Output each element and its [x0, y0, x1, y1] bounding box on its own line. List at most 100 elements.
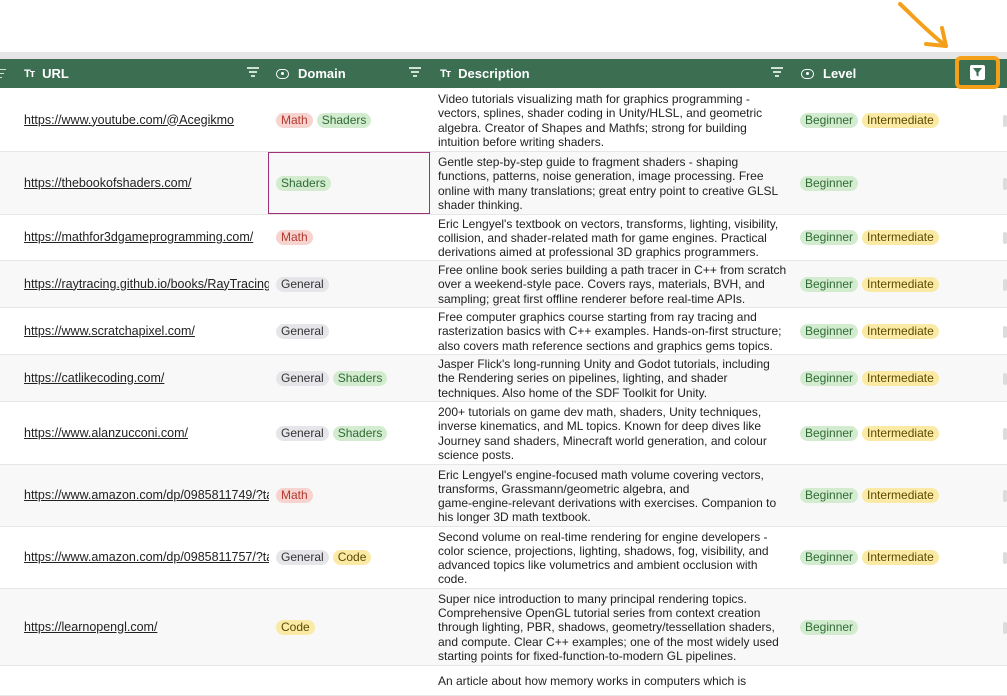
description-line: techniques. Also home of the SDF Toolkit… [438, 385, 708, 400]
description-line: Eric Lengyel's textbook on vectors, tran… [438, 217, 779, 231]
level-tag: Beginner [800, 488, 859, 503]
table-row[interactable]: https://mathfor3dgameprogramming.com/Mat… [0, 215, 1007, 261]
description-text: An article about how memory works in com… [438, 674, 788, 688]
domain-tag: General [276, 425, 329, 441]
domain-tags[interactable]: Math [276, 230, 313, 245]
description-line: Journey sand shaders, Minecraft world ge… [438, 433, 767, 448]
domain-tags[interactable]: Math [276, 488, 313, 503]
domain-tag: Shaders [332, 425, 388, 441]
level-tags[interactable]: Beginner Intermediate [800, 425, 939, 441]
column-filter-icon[interactable] [247, 67, 259, 79]
table-row[interactable]: https://raytracing.github.io/books/RayTr… [0, 261, 1007, 308]
url-link[interactable]: https://mathfor3dgameprogramming.com/ [24, 230, 269, 244]
level-tags[interactable]: Beginner Intermediate [800, 323, 939, 339]
text-type-icon: Tт [24, 67, 35, 80]
annotation-arrow-icon [898, 2, 948, 48]
table-row[interactable]: https://www.amazon.com/dp/0985811749/?ta… [0, 465, 1007, 527]
level-tags[interactable]: Beginner Intermediate [800, 230, 939, 245]
filter-toggle-button[interactable] [955, 56, 1000, 89]
url-link[interactable]: https://www.alanzucconi.com/ [24, 426, 269, 440]
level-tags[interactable]: Beginner Intermediate [800, 370, 939, 386]
table-row[interactable]: https://catlikecoding.com/General Shaders… [0, 355, 1007, 402]
next-column-edge [1003, 177, 1007, 190]
level-tags[interactable]: Beginner [800, 175, 859, 191]
column-header-url[interactable]: Tт URL [24, 59, 69, 88]
url-link[interactable]: https://www.amazon.com/dp/0985811749/?ta [24, 488, 269, 502]
description-text: Video tutorials visualizing math for gra… [438, 92, 788, 149]
next-column-edge [1003, 325, 1007, 338]
domain-tags[interactable]: General Code [276, 550, 372, 565]
level-tags[interactable]: Beginner Intermediate [800, 488, 939, 503]
table-row[interactable]: An article about how memory works in com… [0, 666, 1007, 696]
description-line: An article about how memory works in com… [438, 673, 747, 688]
description-line: Comprehensive OpenGL tutorial series fro… [438, 606, 761, 621]
level-tags[interactable]: Beginner Intermediate [800, 276, 939, 292]
description-line: transforms, Grassmann/geometric algebra,… [438, 481, 690, 496]
level-tags[interactable]: Beginner Intermediate [800, 550, 939, 565]
level-tag: Intermediate [862, 230, 939, 245]
next-column-edge [1003, 427, 1007, 440]
next-column-edge [1003, 552, 1007, 564]
description-line: algebra. Creator of Shapes and Mathfs; s… [438, 120, 747, 135]
column-filter-icon[interactable] [409, 67, 421, 79]
url-link[interactable]: https://www.amazon.com/dp/0985811757/?ta [24, 550, 269, 564]
domain-tag: General [276, 370, 329, 386]
level-tags[interactable]: Beginner [800, 619, 859, 635]
level-tag: Beginner [800, 425, 859, 441]
description-line: online with many translations; great ent… [438, 183, 779, 198]
column-header-label: Description [458, 66, 530, 81]
description-line: and compute. Clear C++ examples; one of … [438, 634, 779, 649]
url-link[interactable]: https://catlikecoding.com/ [24, 371, 269, 385]
column-header-domain[interactable]: Domain [276, 59, 346, 88]
text-type-icon: Tт [440, 67, 451, 80]
domain-tags[interactable]: Code [276, 619, 315, 635]
level-tag: Beginner [800, 323, 859, 339]
domain-tags[interactable]: General Shaders [276, 370, 388, 386]
column-header-level[interactable]: Level [801, 59, 856, 88]
toolbar-separator [0, 52, 1007, 59]
domain-tag: Math [276, 230, 313, 245]
description-line: Eric Lengyel's engine-focused math volum… [438, 467, 764, 482]
description-text: Eric Lengyel's engine-focused math volum… [438, 468, 788, 525]
level-tags[interactable]: Beginner Intermediate [800, 112, 939, 128]
table-row[interactable]: https://www.amazon.com/dp/0985811757/?ta… [0, 527, 1007, 589]
column-header-description[interactable]: Tт Description [440, 59, 530, 88]
description-line: inverse kinematics, and ML topics. Known… [438, 419, 762, 434]
domain-tags[interactable]: General [276, 276, 329, 292]
url-link[interactable]: https://raytracing.github.io/books/RayTr… [24, 277, 269, 291]
table-row[interactable]: https://www.youtube.com/@Acegikmo Math Sha… [0, 89, 1007, 152]
row-handle-header[interactable] [0, 59, 10, 88]
description-text: Super nice introduction to many principa… [438, 592, 788, 663]
description-line: also covers math reference sections and … [438, 338, 773, 353]
description-line: the Rendering series on pipelines, light… [438, 371, 728, 386]
url-link[interactable]: https://learnopengl.com/ [24, 620, 269, 634]
description-line: intuition before writing shaders. [438, 134, 605, 149]
level-tag: Intermediate [862, 112, 939, 128]
level-tag: Beginner [800, 276, 859, 292]
url-link[interactable]: https://www.scratchapixel.com/ [24, 324, 269, 338]
description-text: Gentle step-by-step guide to fragment sh… [438, 155, 788, 212]
column-header-label: Level [823, 66, 857, 81]
column-filter-icon[interactable] [771, 67, 783, 79]
level-tag: Intermediate [862, 425, 939, 441]
description-line: game-engine-relevant derivations with ex… [438, 496, 777, 510]
column-header-label: URL [42, 66, 69, 81]
next-column-edge [1003, 621, 1007, 634]
domain-tags[interactable]: General Shaders [276, 425, 388, 441]
url-link[interactable]: https://www.youtube.com/@Acegikmo [24, 113, 269, 127]
table-row[interactable]: https://learnopengl.com/Code Super nice i… [0, 589, 1007, 666]
level-tag: Beginner [800, 230, 859, 245]
table-row[interactable]: https://www.alanzucconi.com/General Shade… [0, 402, 1007, 465]
url-link[interactable]: https://thebookofshaders.com/ [24, 176, 269, 190]
description-line: sampling; great first offline renderer b… [438, 291, 746, 306]
level-tag: Beginner [800, 175, 859, 191]
toolbar-area [0, 0, 1007, 52]
description-line: Free computer graphics course starting f… [438, 310, 757, 325]
table-row[interactable]: https://www.scratchapixel.com/General Fre… [0, 308, 1007, 355]
domain-tags[interactable]: General [276, 323, 329, 339]
level-tag: Intermediate [862, 276, 939, 292]
table-row[interactable]: https://thebookofshaders.com/Shaders Gent… [0, 152, 1007, 215]
level-tag: Beginner [800, 370, 859, 386]
domain-tags[interactable]: Math Shaders [276, 112, 372, 128]
description-text: Jasper Flick's long-running Unity and Go… [438, 357, 788, 400]
